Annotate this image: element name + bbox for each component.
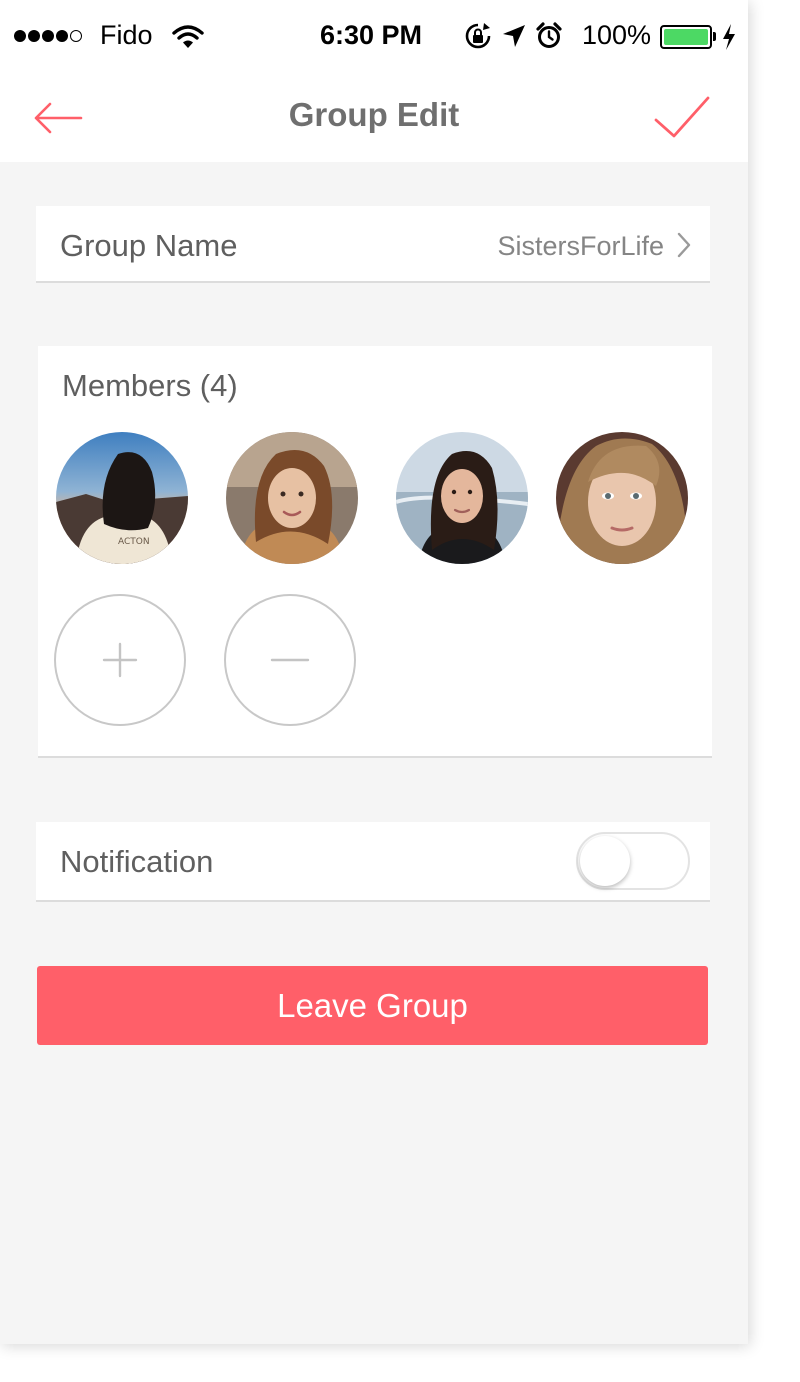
leave-group-button[interactable]: Leave Group [37, 966, 708, 1045]
clock-time: 6:30 PM [320, 20, 423, 50]
phone-screen: Fido 6:30 PM 100% Group Edit Group Name … [0, 0, 748, 1344]
group-name-label: Group Name [60, 228, 238, 263]
battery-icon [660, 25, 712, 49]
notification-label: Notification [60, 844, 214, 879]
checkmark-icon [654, 96, 710, 138]
member-avatar-4[interactable] [556, 432, 688, 564]
page-title: Group Edit [288, 96, 460, 133]
notification-toggle[interactable] [576, 832, 690, 890]
alarm-clock-icon [536, 22, 562, 55]
remove-member-button[interactable] [224, 594, 356, 726]
toggle-knob [580, 836, 630, 886]
group-name-value: SistersForLife [497, 231, 664, 261]
member-avatar-1[interactable]: ACTON [56, 432, 188, 564]
group-name-row[interactable]: Group Name SistersForLife [36, 206, 710, 283]
save-button[interactable] [650, 90, 714, 146]
wifi-icon [172, 24, 204, 55]
battery-percent: 100% [582, 20, 652, 50]
location-arrow-icon [501, 23, 527, 54]
nav-bar: Group Edit [0, 76, 748, 162]
member-avatar-2[interactable] [226, 432, 358, 564]
charging-bolt-icon [722, 24, 736, 55]
minus-icon [270, 658, 310, 662]
members-card: Members (4) ACTON [38, 346, 712, 758]
notification-row: Notification [36, 822, 710, 902]
chevron-right-icon [676, 231, 692, 264]
members-title: Members (4) [62, 368, 238, 403]
status-bar: Fido 6:30 PM 100% [0, 0, 748, 76]
svg-text:ACTON: ACTON [118, 537, 150, 547]
rotation-lock-icon [464, 22, 492, 55]
add-member-button[interactable] [54, 594, 186, 726]
signal-strength-icon [14, 30, 82, 42]
member-avatar-3[interactable] [396, 432, 528, 564]
carrier-name: Fido [100, 20, 153, 50]
plus-icon [102, 642, 138, 678]
